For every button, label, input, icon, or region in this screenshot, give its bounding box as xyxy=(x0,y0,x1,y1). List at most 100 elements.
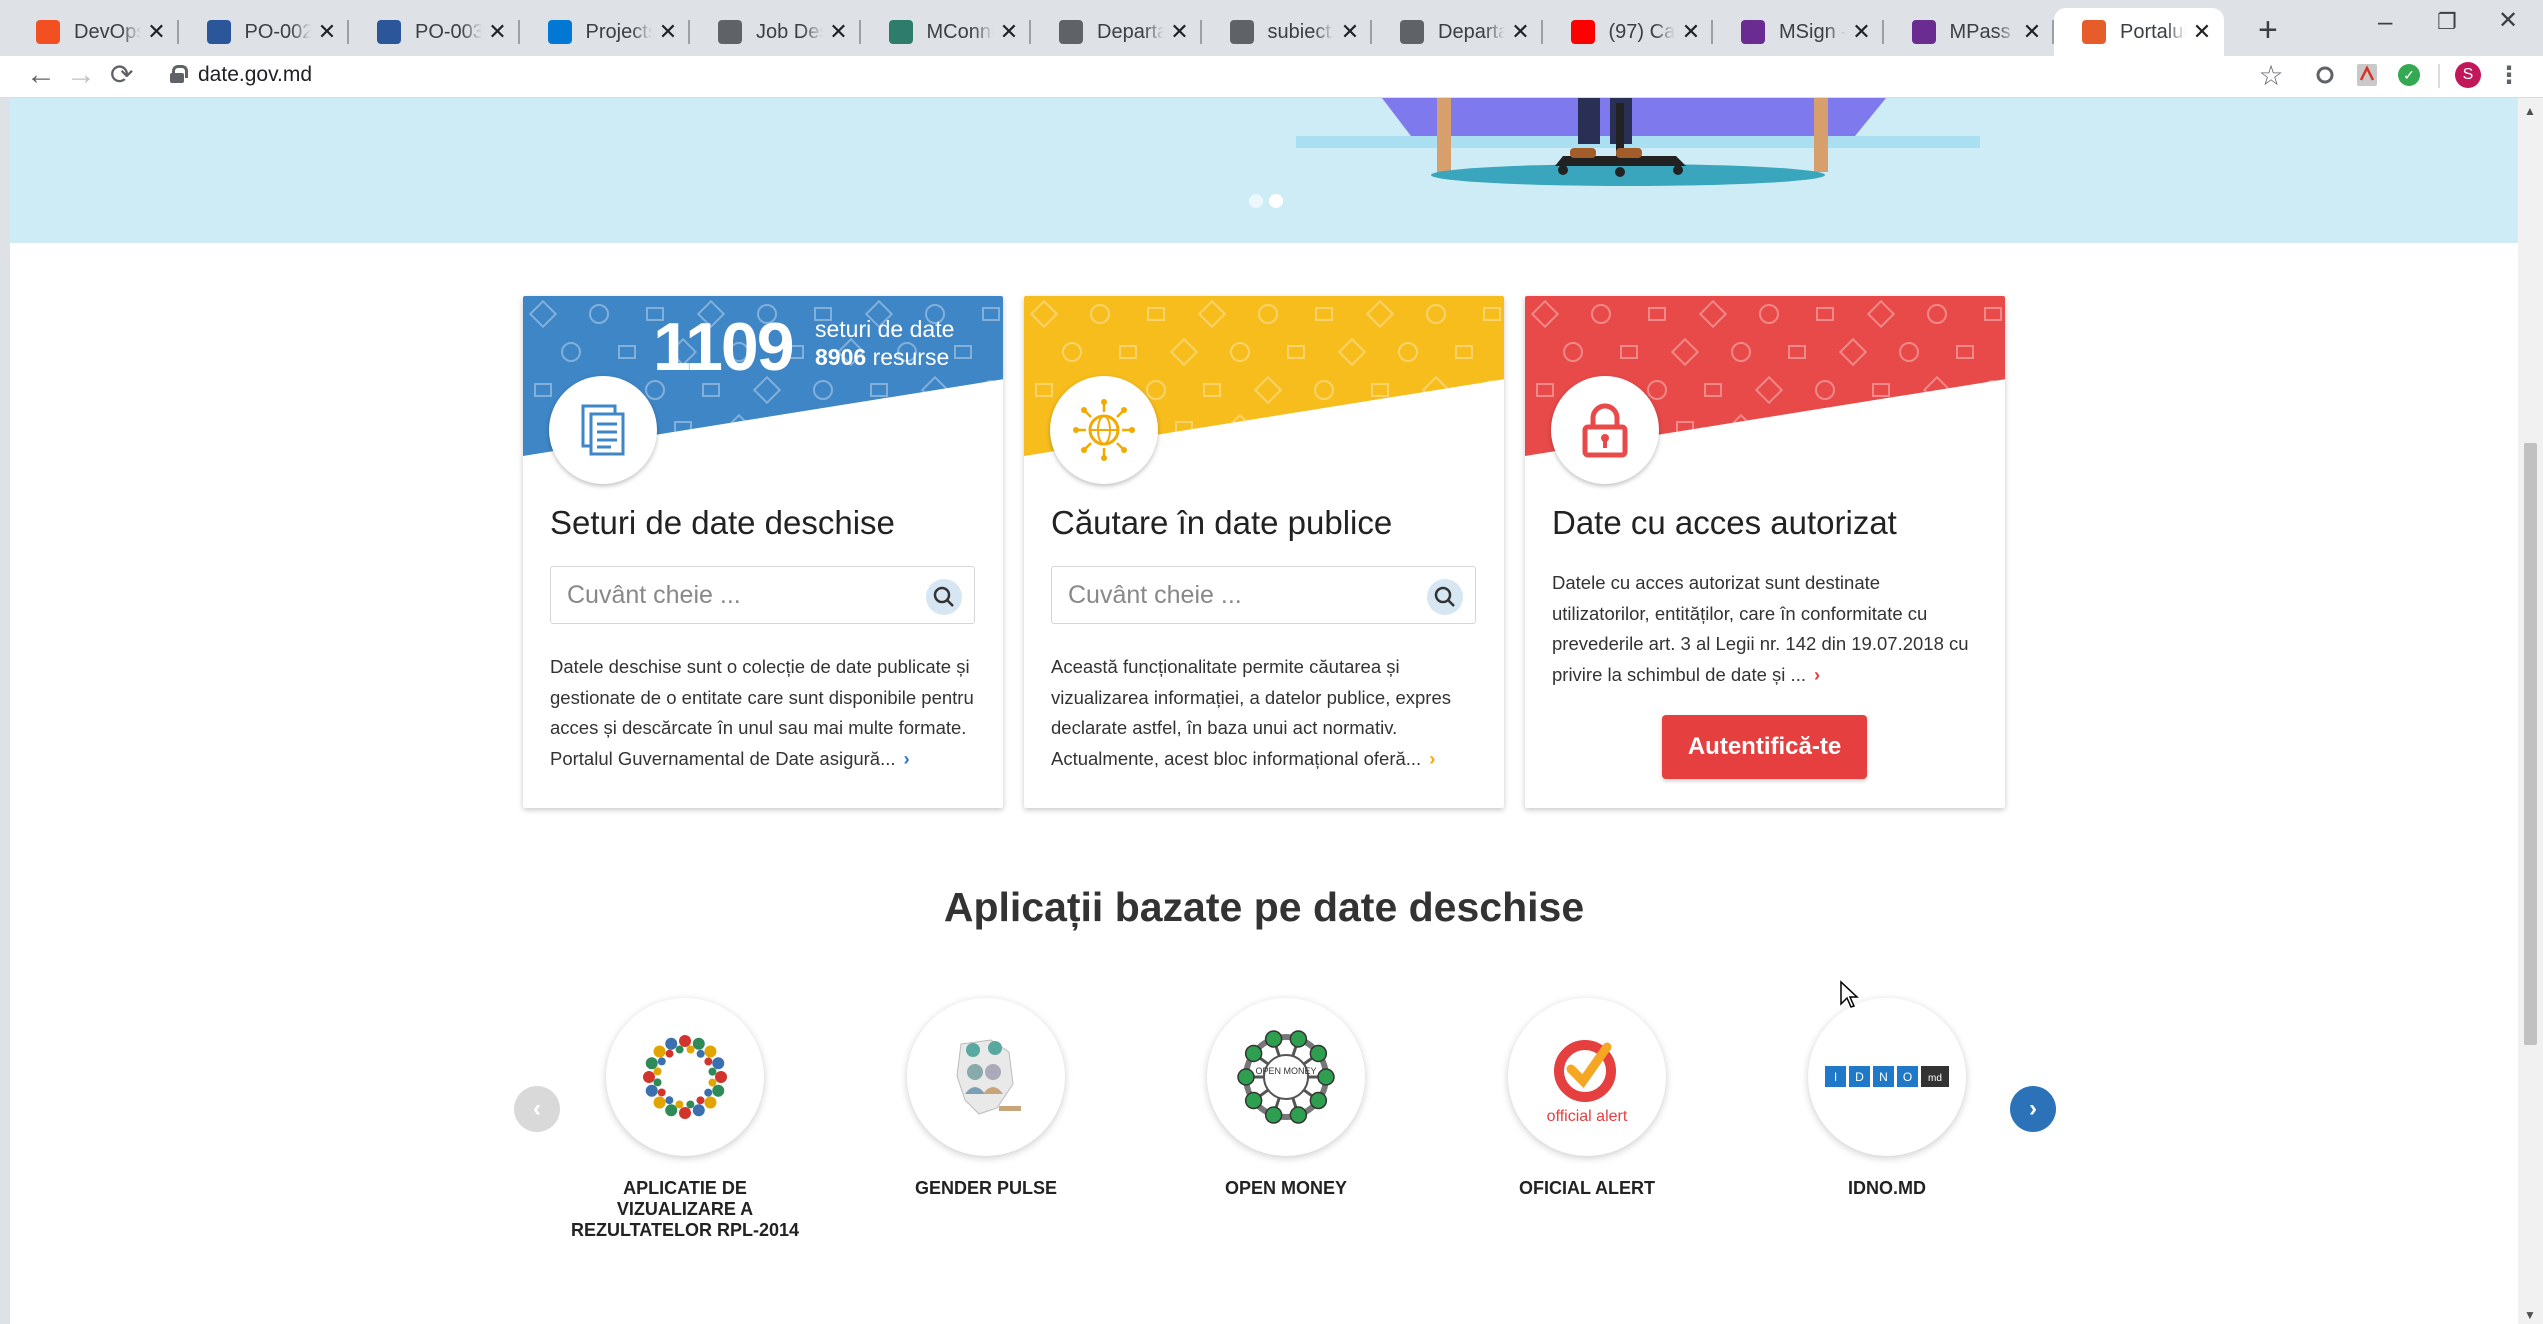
mouse-cursor-icon xyxy=(1840,980,1859,1008)
search-icon[interactable] xyxy=(1427,579,1463,615)
browser-tab[interactable]: MConnect -✕ xyxy=(861,8,1032,56)
idno-logo-letter: md xyxy=(1928,1073,1942,1084)
app-name: OPEN MONEY xyxy=(1224,1178,1348,1198)
app-item[interactable]: GENDER PULSE xyxy=(866,998,1106,1199)
card-public-data-search: Căutare în date publice Această funcțion… xyxy=(1024,296,1504,808)
minimize-button[interactable]: – xyxy=(2378,6,2392,37)
resources-number: 8906 xyxy=(815,344,867,370)
forward-arrow-icon[interactable]: → xyxy=(66,58,96,92)
tab-close-icon[interactable]: ✕ xyxy=(658,19,678,45)
tab-title: Job Descrip xyxy=(756,20,823,43)
tab-close-icon[interactable]: ✕ xyxy=(1170,19,1190,45)
globe-network-icon xyxy=(1050,376,1158,484)
browser-tab[interactable]: (97) Caf ✕ xyxy=(1543,8,1714,56)
address-bar[interactable]: date.gov.md xyxy=(198,63,312,87)
carousel-dot-active[interactable] xyxy=(1269,194,1283,208)
public-data-search-input[interactable] xyxy=(1068,579,1408,611)
read-more-chevron-icon[interactable]: › xyxy=(1814,660,1820,691)
browser-tab[interactable]: Departamen ✕ xyxy=(1031,8,1202,56)
scroll-up-arrow-icon[interactable]: ▲ xyxy=(2524,104,2536,118)
tab-close-icon[interactable]: ✕ xyxy=(1511,19,1531,45)
browser-tab[interactable]: Projects - H✕ xyxy=(520,8,691,56)
browser-tab[interactable]: PO-002 Pro✕ xyxy=(179,8,350,56)
lock-icon[interactable] xyxy=(170,65,188,83)
read-more-chevron-icon[interactable]: › xyxy=(1429,744,1435,775)
browser-tab[interactable]: Departamen ✕ xyxy=(1372,8,1543,56)
search-icon[interactable] xyxy=(926,579,962,615)
datasets-search-input[interactable] xyxy=(567,579,907,611)
tab-title: PO-002 Pro xyxy=(244,20,312,43)
browser-tab[interactable]: DevOps—A ✕ xyxy=(8,8,179,56)
resources-label: resurse xyxy=(872,344,950,370)
tab-title: (97) Caf xyxy=(1608,20,1676,43)
page-content: 1109 seturi de date 8906 resurse Seturi … xyxy=(10,98,2518,1324)
app-item[interactable]: OPEN MONEY OPEN MONEY xyxy=(1166,998,1406,1199)
browser-tab[interactable]: MSign - Ser ✕ xyxy=(1713,8,1884,56)
new-tab-button[interactable]: + xyxy=(2258,10,2278,50)
tab-close-icon[interactable]: ✕ xyxy=(488,19,508,45)
profile-avatar[interactable]: S xyxy=(2455,62,2481,88)
read-more-chevron-icon[interactable]: › xyxy=(904,744,910,775)
browser-tab[interactable]: subiect13_8✕ xyxy=(1202,8,1373,56)
tab-close-icon[interactable]: ✕ xyxy=(2192,19,2212,45)
browser-tab[interactable]: PO-003 Pro ✕ xyxy=(349,8,520,56)
grammar-extension-icon[interactable]: ✓ xyxy=(2396,62,2422,88)
windows-icon xyxy=(36,20,60,44)
carousel-next-button[interactable]: › xyxy=(2010,1086,2056,1132)
msign-icon xyxy=(1741,20,1765,44)
browser-tab[interactable]: MPass - Aut✕ xyxy=(1884,8,2055,56)
globe-icon xyxy=(718,20,742,44)
tab-title: subiect13_8 xyxy=(1267,20,1335,43)
carousel-dot[interactable] xyxy=(1249,194,1263,208)
tab-close-icon[interactable]: ✕ xyxy=(2022,19,2042,45)
tab-title: Projects - H xyxy=(585,20,653,43)
browser-tab[interactable]: Job Descrip ✕ xyxy=(690,8,861,56)
idno-logo-letter: N xyxy=(1879,1070,1888,1084)
tab-close-icon[interactable]: ✕ xyxy=(829,19,849,45)
card-description-text: Datele cu acces autorizat sunt destinate… xyxy=(1552,572,1969,685)
portal-icon xyxy=(2082,20,2106,44)
hero-illustration xyxy=(1296,98,1980,186)
globe-icon xyxy=(1229,20,1254,44)
resources-count: 8906 resurse xyxy=(815,344,949,371)
card-title: Date cu acces autorizat xyxy=(1552,504,1897,541)
scrollbar-thumb[interactable] xyxy=(2524,443,2537,1045)
scroll-down-arrow-icon[interactable]: ▼ xyxy=(2524,1308,2536,1322)
back-arrow-icon[interactable]: ← xyxy=(26,58,56,92)
app-item[interactable]: official alert OFICIAL ALERT xyxy=(1467,998,1707,1199)
carousel-prev-button[interactable]: ‹ xyxy=(514,1086,560,1132)
restore-button[interactable]: ❐ xyxy=(2437,9,2457,35)
app-item[interactable]: APLICATIE DE VIZUALIZARE A REZULTATELOR … xyxy=(565,998,805,1241)
card-description: Datele cu acces autorizat sunt destinate… xyxy=(1552,568,1982,690)
tab-close-icon[interactable]: ✕ xyxy=(147,19,167,45)
toolbar-divider xyxy=(2438,64,2440,88)
page-scrollbar[interactable]: ▲ ▼ xyxy=(2518,98,2543,1324)
datasets-search xyxy=(550,566,975,624)
bookmark-star-icon[interactable]: ☆ xyxy=(2258,60,2284,91)
close-window-button[interactable]: ✕ xyxy=(2498,6,2518,35)
svg-text:✓: ✓ xyxy=(2403,67,2415,83)
app-item[interactable]: I D N Omd IDNO.MD xyxy=(1767,998,2007,1199)
tab-close-icon[interactable]: ✕ xyxy=(1340,19,1360,45)
tab-title: Portalul de xyxy=(2120,20,2186,43)
tab-title: DevOps—A xyxy=(74,20,141,43)
word-icon xyxy=(377,20,401,44)
tab-close-icon[interactable]: ✕ xyxy=(999,19,1019,45)
globe-icon xyxy=(1059,20,1083,44)
reload-icon[interactable]: ⟳ xyxy=(110,58,133,91)
authenticate-button[interactable]: Autentifică-te xyxy=(1662,715,1867,779)
open-money-logo-text: OPEN MONEY xyxy=(1255,1066,1316,1076)
word-icon xyxy=(206,20,231,44)
hero-banner xyxy=(10,98,2518,243)
menu-dots-icon[interactable]: ⋮ xyxy=(2496,62,2522,89)
browser-tab[interactable]: Portalul de ✕ xyxy=(2054,8,2224,56)
tab-close-icon[interactable]: ✕ xyxy=(317,19,337,45)
tab-close-icon[interactable]: ✕ xyxy=(1852,19,1872,45)
extension-circle-icon[interactable] xyxy=(2312,62,2338,88)
tab-close-icon[interactable]: ✕ xyxy=(1681,19,1701,45)
pdf-extension-icon[interactable] xyxy=(2354,62,2380,88)
card-description: Datele deschise sunt o colecție de date … xyxy=(550,652,980,774)
open-money-logo-icon: OPEN MONEY xyxy=(1207,998,1365,1156)
card-open-datasets: 1109 seturi de date 8906 resurse Seturi … xyxy=(523,296,1003,808)
idno-logo-letter: D xyxy=(1855,1070,1864,1084)
